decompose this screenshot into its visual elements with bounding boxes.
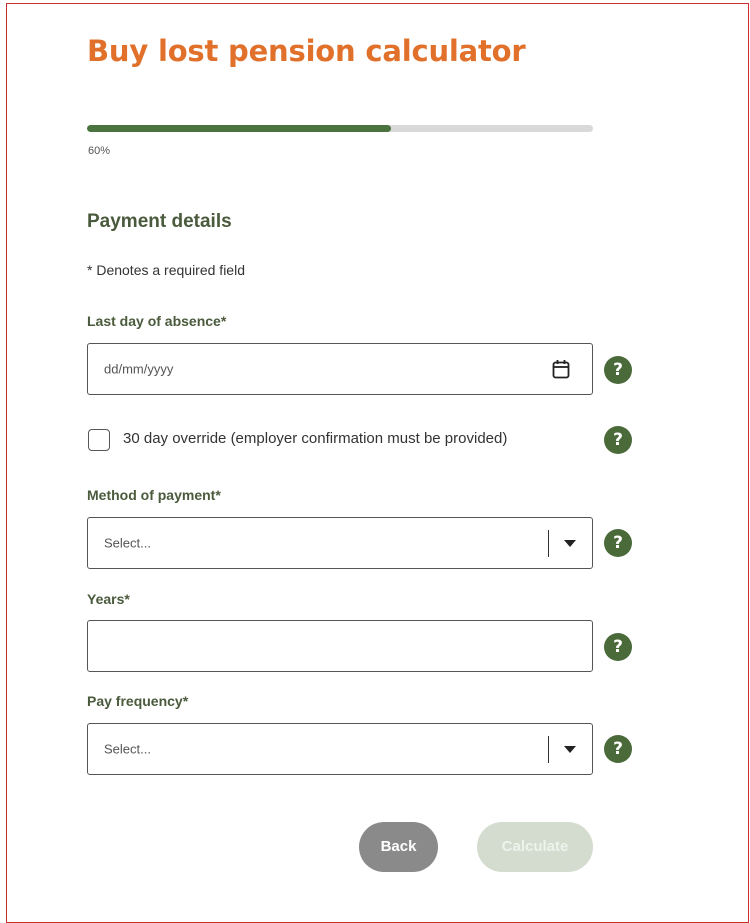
progress-bar <box>87 125 593 132</box>
help-icon[interactable]: ? <box>604 356 632 384</box>
last-day-of-absence-input[interactable]: dd/mm/yyyy <box>87 343 593 395</box>
calendar-icon[interactable] <box>552 359 570 379</box>
section-heading: Payment details <box>87 211 232 232</box>
required-field-note: * Denotes a required field <box>87 262 245 278</box>
method-of-payment-select[interactable]: Select... <box>87 517 593 569</box>
chevron-down-icon[interactable] <box>564 540 576 547</box>
pay-frequency-label: Pay frequency* <box>87 693 189 709</box>
help-icon[interactable]: ? <box>604 529 632 557</box>
override-checkbox-label: 30 day override (employer confirmation m… <box>123 430 508 447</box>
progress-label: 60% <box>88 145 111 157</box>
select-value: Select... <box>104 535 151 551</box>
help-icon[interactable]: ? <box>604 735 632 763</box>
back-button[interactable]: Back <box>359 822 438 872</box>
select-divider <box>548 530 549 557</box>
method-of-payment-label: Method of payment* <box>87 487 221 503</box>
page-title: Buy lost pension calculator <box>87 34 526 68</box>
help-icon[interactable]: ? <box>604 426 632 454</box>
pay-frequency-select[interactable]: Select... <box>87 723 593 775</box>
select-divider <box>548 736 549 763</box>
progress-bar-fill <box>87 125 391 132</box>
calculate-button[interactable]: Calculate <box>477 822 593 872</box>
years-label: Years* <box>87 591 130 607</box>
years-input[interactable] <box>87 620 593 672</box>
chevron-down-icon[interactable] <box>564 746 576 753</box>
calculator-panel <box>6 3 749 923</box>
help-icon[interactable]: ? <box>604 633 632 661</box>
select-value: Select... <box>104 741 151 757</box>
override-checkbox[interactable] <box>88 429 110 451</box>
date-placeholder: dd/mm/yyyy <box>104 361 174 377</box>
last-day-of-absence-label: Last day of absence* <box>87 313 227 329</box>
